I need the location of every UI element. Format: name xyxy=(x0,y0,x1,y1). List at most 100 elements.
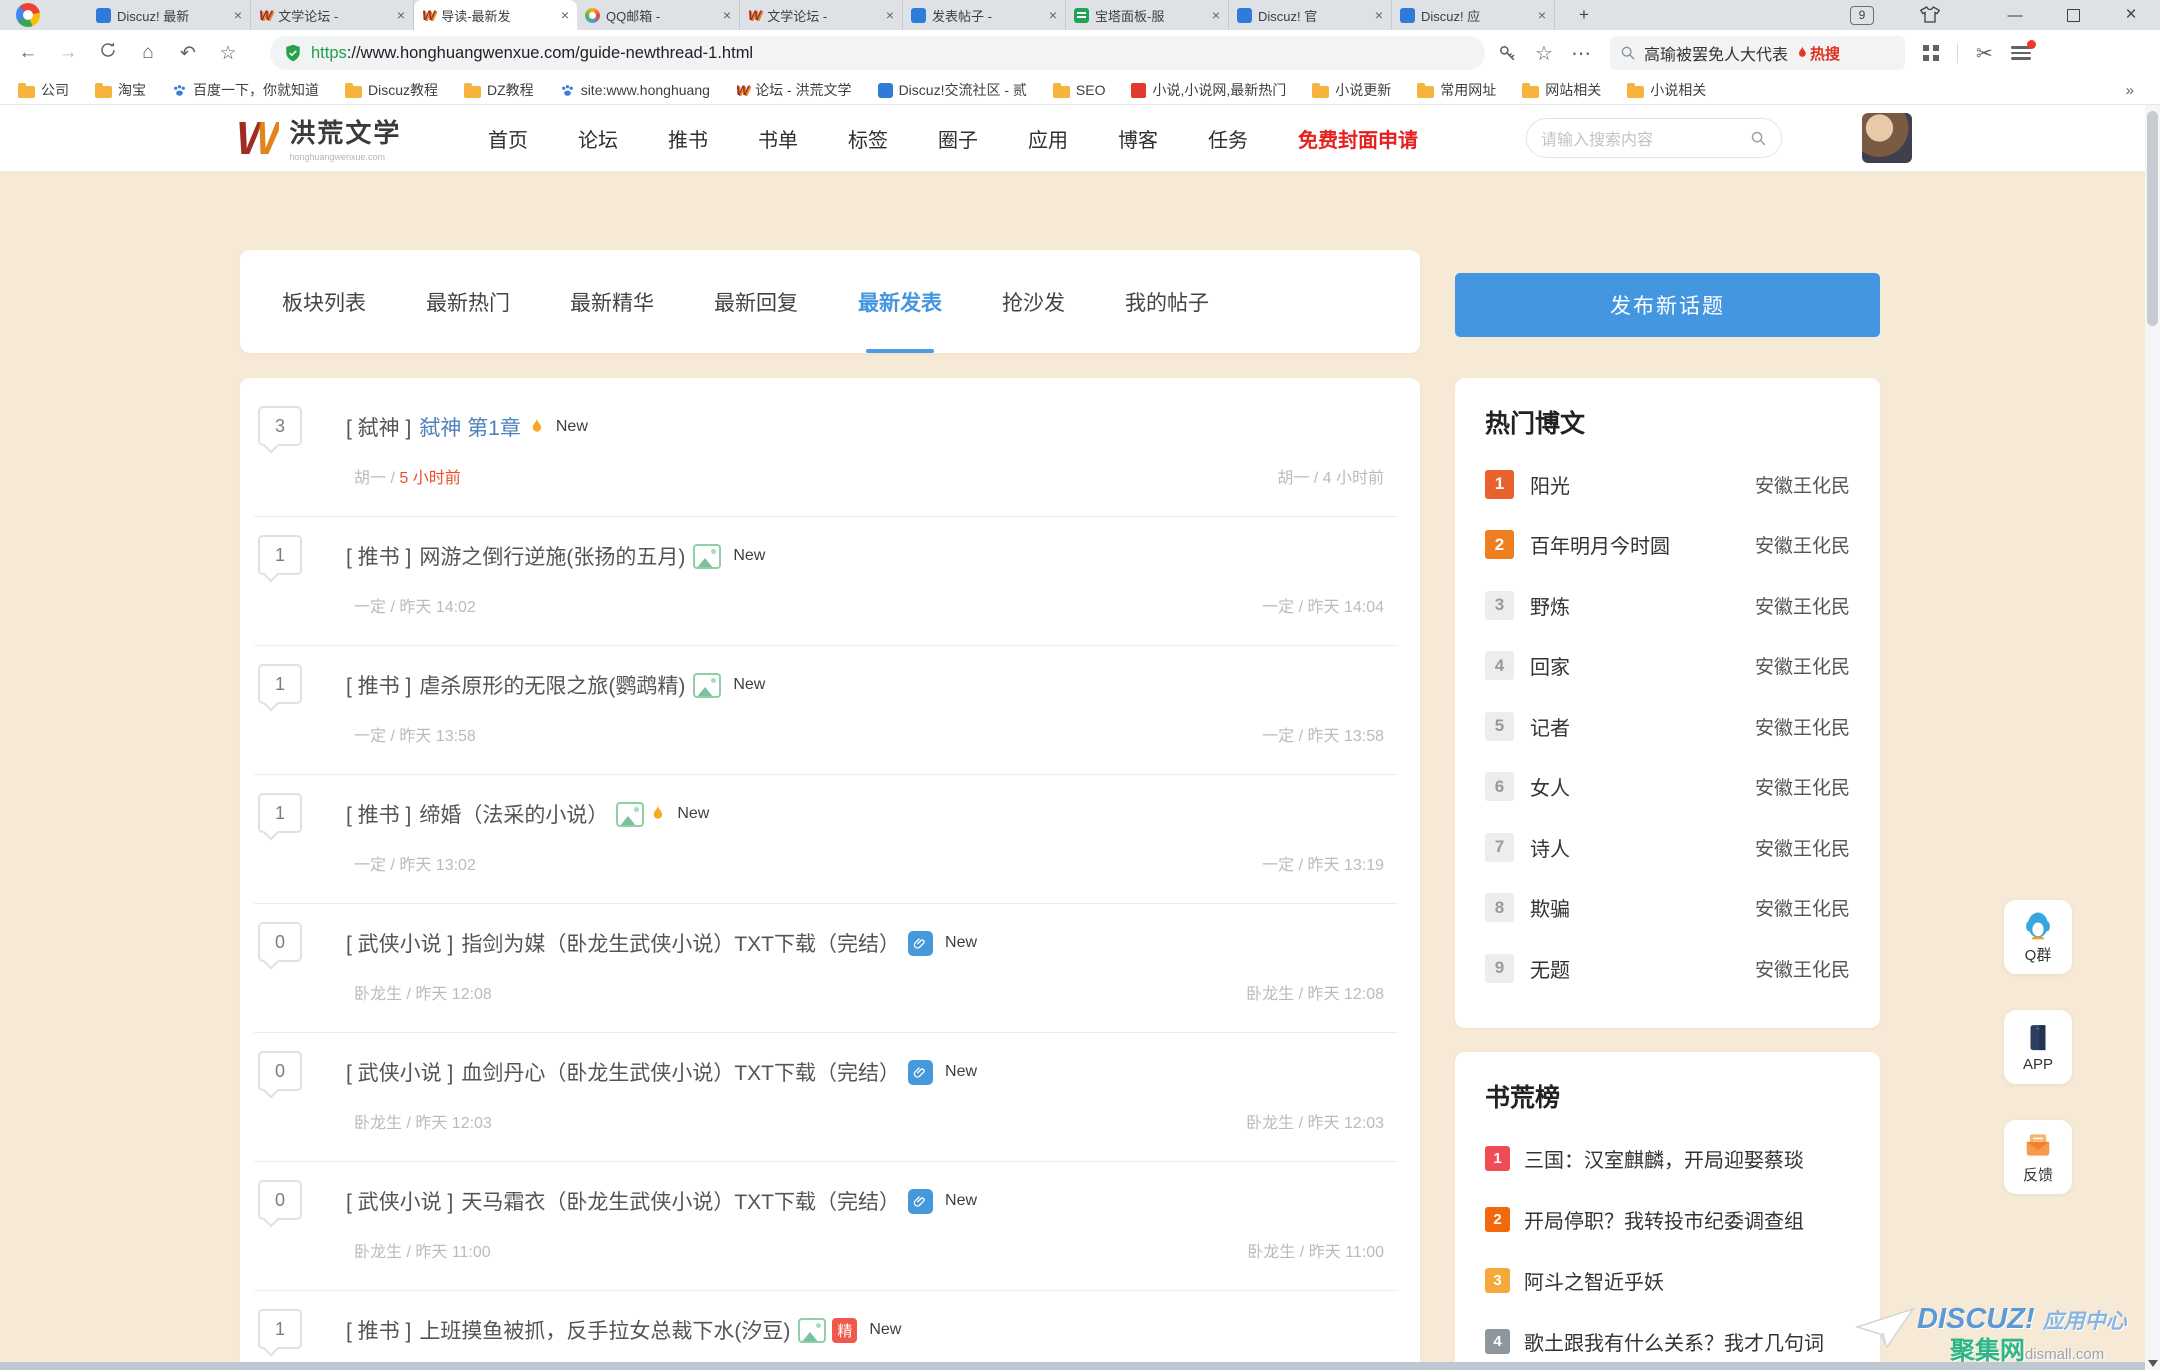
post-lastreply-time[interactable]: 卧龙生 / 昨天 12:03 xyxy=(1246,1109,1384,1133)
forum-tab[interactable]: 最新精华 xyxy=(570,250,654,353)
post-title-link[interactable]: 缔婚（法采的小说） xyxy=(419,799,608,829)
reply-count-bubble[interactable]: 1 xyxy=(258,793,302,833)
hot-blog-row[interactable]: 5 记者 安徽王化民 xyxy=(1485,696,1850,757)
post-category[interactable]: [ 推书 ] xyxy=(346,541,411,571)
post-lastreply-time[interactable]: 一定 / 昨天 13:58 xyxy=(1262,722,1384,746)
tab-close-icon[interactable]: × xyxy=(1538,8,1546,22)
post-title-link[interactable]: 弑神 第1章 xyxy=(419,412,521,442)
forum-tab[interactable]: 最新热门 xyxy=(426,250,510,353)
book-row[interactable]: 3 阿斗之智近乎妖 xyxy=(1485,1250,1850,1311)
bookmark-item[interactable]: 淘宝 xyxy=(95,80,146,100)
post-lastreply-time[interactable]: 胡一 / 4 小时前 xyxy=(1277,464,1384,488)
nav-item[interactable]: 应用 xyxy=(1028,124,1068,153)
tab-close-icon[interactable]: × xyxy=(1375,8,1383,22)
nav-free-cover-link[interactable]: 免费封面申请 xyxy=(1298,124,1418,153)
nav-item[interactable]: 论坛 xyxy=(578,124,618,153)
bookmark-item[interactable]: 小说,小说网,最新热门 xyxy=(1131,80,1286,100)
favorite-edit-icon[interactable]: ☆ xyxy=(208,42,248,65)
bookmark-item[interactable]: 百度一下，你就知道 xyxy=(172,80,319,100)
search-icon[interactable] xyxy=(1750,130,1767,147)
bookmark-item[interactable]: DZ教程 xyxy=(464,80,534,100)
bookmark-star-icon[interactable]: ☆ xyxy=(1535,41,1553,66)
nav-item[interactable]: 推书 xyxy=(668,124,708,153)
nav-item[interactable]: 博客 xyxy=(1118,124,1158,153)
bookmarks-overflow-chevron[interactable]: » xyxy=(2126,82,2134,99)
hot-blog-row[interactable]: 2 百年明月今时圆 安徽王化民 xyxy=(1485,515,1850,576)
minimize-button[interactable]: — xyxy=(1986,0,2044,30)
forum-tab[interactable]: 我的帖子 xyxy=(1125,250,1209,353)
bookmark-item[interactable]: 小说相关 xyxy=(1627,80,1706,100)
post-author-time[interactable]: 一定 / 昨天 14:02 xyxy=(354,593,476,617)
new-topic-button[interactable]: 发布新话题 xyxy=(1455,273,1880,337)
book-row[interactable]: 1 三国：汉室麒麟，开局迎娶蔡琰 xyxy=(1485,1128,1850,1189)
browser-logo-icon[interactable] xyxy=(16,3,40,27)
home-icon[interactable]: ⌂ xyxy=(128,42,168,64)
scrollbar-thumb[interactable] xyxy=(2147,111,2158,326)
post-category[interactable]: [ 推书 ] xyxy=(346,670,411,700)
menu-icon[interactable] xyxy=(2011,46,2031,60)
more-options-icon[interactable]: ⋯ xyxy=(1571,41,1592,66)
reply-count-bubble[interactable]: 1 xyxy=(258,664,302,704)
scrollbar-down-arrow[interactable] xyxy=(2148,1360,2158,1367)
post-lastreply-time[interactable]: 卧龙生 / 昨天 11:00 xyxy=(1247,1238,1384,1262)
maximize-button[interactable] xyxy=(2044,0,2102,30)
post-category[interactable]: [ 推书 ] xyxy=(346,799,411,829)
hot-blog-row[interactable]: 7 诗人 安徽王化民 xyxy=(1485,817,1850,878)
hot-blog-row[interactable]: 1 阳光 安徽王化民 xyxy=(1485,454,1850,515)
browser-tab[interactable]: 发表帖子 - × xyxy=(903,0,1066,30)
post-category[interactable]: [ 推书 ] xyxy=(346,1315,411,1345)
nav-item[interactable]: 首页 xyxy=(488,124,528,153)
post-author-time[interactable]: 胡一 / 5 小时前 xyxy=(354,464,461,488)
forum-tab[interactable]: 板块列表 xyxy=(282,250,366,353)
post-author-time[interactable]: 一定 / 昨天 13:02 xyxy=(354,851,476,875)
post-title-link[interactable]: 虐杀原形的无限之旅(鹦鹉精) xyxy=(419,670,685,700)
forum-tab[interactable]: 最新回复 xyxy=(714,250,798,353)
post-category[interactable]: [ 武侠小说 ] xyxy=(346,928,453,958)
hot-blog-row[interactable]: 8 欺骗 安徽王化民 xyxy=(1485,878,1850,939)
new-tab-button[interactable]: + xyxy=(1572,4,1596,28)
browser-tab[interactable]: Discuz! 官 × xyxy=(1229,0,1392,30)
user-avatar[interactable] xyxy=(1862,113,1912,163)
browser-tab[interactable]: 宝塔面板-服 × xyxy=(1066,0,1229,30)
post-author-time[interactable]: 卧龙生 / 昨天 12:08 xyxy=(354,980,492,1004)
reply-count-bubble[interactable]: 0 xyxy=(258,1180,302,1220)
tab-close-icon[interactable]: × xyxy=(723,8,731,22)
browser-tab[interactable]: Discuz! 应 × xyxy=(1392,0,1555,30)
nav-item[interactable]: 书单 xyxy=(758,124,798,153)
bookmark-item[interactable]: 网站相关 xyxy=(1522,80,1601,100)
hot-blog-row[interactable]: 3 野炼 安徽王化民 xyxy=(1485,575,1850,636)
hot-blog-row[interactable]: 9 无题 安徽王化民 xyxy=(1485,938,1850,999)
password-key-icon[interactable] xyxy=(1498,44,1517,63)
post-category[interactable]: [ 武侠小说 ] xyxy=(346,1057,453,1087)
post-category[interactable]: [ 弑神 ] xyxy=(346,412,411,442)
nav-item[interactable]: 任务 xyxy=(1208,124,1248,153)
book-row[interactable]: 2 开局停职？我转投市纪委调查组 xyxy=(1485,1189,1850,1250)
bookmark-item[interactable]: Discuz教程 xyxy=(345,80,438,100)
post-title-link[interactable]: 指剑为媒（卧龙生武侠小说）TXT下载（完结） xyxy=(461,928,900,958)
bookmark-item[interactable]: 公司 xyxy=(18,80,69,100)
tab-close-icon[interactable]: × xyxy=(1049,8,1057,22)
apps-grid-icon[interactable] xyxy=(1923,45,1939,61)
reply-count-bubble[interactable]: 0 xyxy=(258,922,302,962)
bookmark-item[interactable]: 常用网址 xyxy=(1417,80,1496,100)
post-title-link[interactable]: 上班摸鱼被抓，反手拉女总裁下水(汐豆) xyxy=(419,1315,790,1345)
forward-icon[interactable]: → xyxy=(48,42,88,64)
post-title-link[interactable]: 天马霜衣（卧龙生武侠小说）TXT下载（完结） xyxy=(461,1186,900,1216)
post-category[interactable]: [ 武侠小说 ] xyxy=(346,1186,453,1216)
post-author-time[interactable]: 一定 / 昨天 13:58 xyxy=(354,722,476,746)
browser-tab[interactable]: Discuz! 最新 × xyxy=(88,0,251,30)
post-title-link[interactable]: 网游之倒行逆施(张扬的五月) xyxy=(419,541,685,571)
tab-close-icon[interactable]: × xyxy=(561,8,569,22)
site-logo[interactable]: W 洪荒文学 honghuangwenxue.com xyxy=(236,113,401,162)
bookmark-item[interactable]: Discuz!交流社区 - 贰 xyxy=(878,80,1027,100)
back-icon[interactable]: ← xyxy=(8,42,48,64)
reply-count-bubble[interactable]: 3 xyxy=(258,406,302,446)
browser-tab[interactable]: W 导读-最新发 × xyxy=(414,0,577,30)
undo-icon[interactable]: ↶ xyxy=(168,42,208,65)
post-lastreply-time[interactable]: 一定 / 昨天 14:04 xyxy=(1262,593,1384,617)
reply-count-bubble[interactable]: 1 xyxy=(258,1309,302,1349)
bookmark-item[interactable]: SEO xyxy=(1053,82,1106,98)
hot-blog-row[interactable]: 6 女人 安徽王化民 xyxy=(1485,757,1850,818)
float-button[interactable]: 反馈 xyxy=(2004,1120,2072,1194)
screenshot-scissors-icon[interactable]: ✂ xyxy=(1976,41,1993,66)
